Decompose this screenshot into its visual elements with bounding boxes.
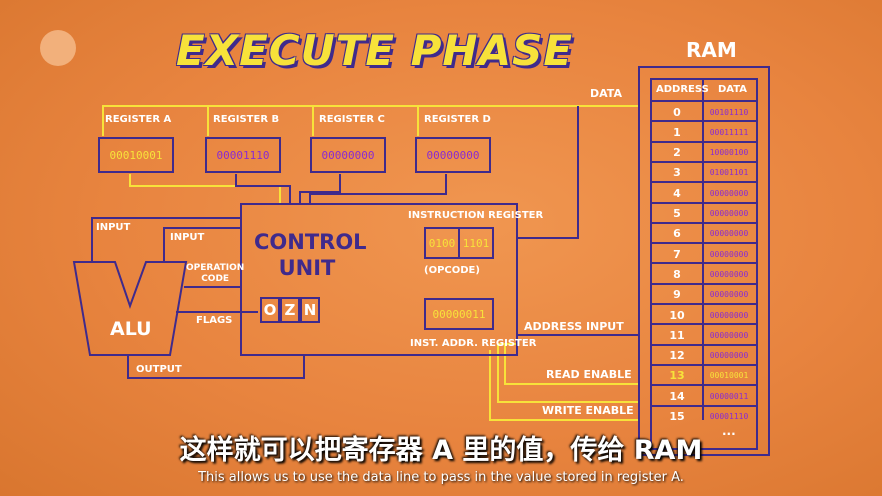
- ram-row: 9 00000000: [652, 282, 756, 303]
- ram-row: 5 00000000: [652, 201, 756, 222]
- ram-row-address: 1: [673, 125, 681, 139]
- ram-row-address: 8: [673, 267, 681, 281]
- ram-row-address: 6: [673, 227, 681, 241]
- ram-row-address: 3: [673, 166, 681, 180]
- ram-row: 10 00000000: [652, 303, 756, 323]
- ram-row: 7 00000000: [652, 242, 756, 262]
- ram-row-data: 00000000: [709, 188, 749, 198]
- ram-row-data: 00000000: [709, 290, 749, 300]
- ram-row-data: 00000000: [709, 310, 749, 320]
- ram-row-address: 5: [673, 207, 681, 220]
- ram-row: 13 00010001: [652, 363, 756, 384]
- ram-row-data: 00000000: [709, 269, 749, 279]
- ram-row-address: 2: [673, 146, 681, 160]
- ram-row-data: 00000000: [709, 229, 749, 239]
- ram-row: 0 00101110: [652, 100, 756, 120]
- ram-row: 4 00000000: [652, 181, 756, 201]
- ram-title: RAM: [686, 38, 737, 62]
- ram-row-address: 0: [673, 105, 681, 119]
- ram-row-address: 4: [673, 186, 681, 200]
- ram-row-data: 00000000: [709, 209, 749, 218]
- ram-row-address: 13: [669, 369, 685, 383]
- ram-row: 1 00011111: [652, 120, 756, 140]
- ram-row: 6 00000000: [652, 221, 756, 242]
- ram-row-address: 14: [669, 389, 685, 403]
- ram-row-data: 00000011: [709, 391, 749, 401]
- ram-row: 15 00001110: [652, 404, 756, 425]
- read-enable-label: READ ENABLE: [546, 368, 632, 381]
- ram-row-data: 00011111: [709, 127, 749, 137]
- ram-row-data: 10000100: [709, 148, 749, 158]
- ram-row-data: 00000000: [709, 351, 749, 361]
- ram-row-data: 00000000: [709, 249, 749, 259]
- ram-row-address: 15: [669, 410, 685, 423]
- operation-code-label-line1: OPERATION: [186, 263, 245, 273]
- ram-row-data: 01001101: [709, 168, 749, 178]
- ram-row: 2 10000100: [652, 140, 756, 161]
- ram-row: 14 00000011: [652, 384, 756, 404]
- alu-output-label: OUTPUT: [136, 364, 182, 375]
- ram-row: 11 00000000: [652, 323, 756, 343]
- ram-row-data: 00010001: [709, 371, 749, 381]
- operation-code-label-line2: CODE: [201, 274, 230, 284]
- ram-row: 3 01001101: [652, 160, 756, 181]
- alu-flags-label: FLAGS: [196, 315, 233, 326]
- alu-input-b-label: INPUT: [170, 232, 205, 243]
- ram-row-address: 9: [673, 288, 681, 302]
- ram-row-data: 00101110: [709, 107, 749, 117]
- ram-row-data: 00000000: [709, 330, 749, 340]
- address-input-label: ADDRESS INPUT: [524, 320, 624, 333]
- ram-row-address: 11: [669, 328, 685, 342]
- alu-label: ALU: [110, 318, 152, 340]
- ram-col-data: DATA: [718, 84, 748, 95]
- ram-row-address: 7: [673, 247, 681, 261]
- alu-input-a-label: INPUT: [96, 222, 131, 233]
- operation-code-label: OPERATION CODE: [186, 263, 244, 285]
- diagram-stage: EXECUTE PHASE REGISTER A 00010001 REGIST…: [0, 0, 882, 496]
- ram-row: 8 00000000: [652, 262, 756, 282]
- ram-row-address: 10: [669, 308, 685, 322]
- subtitle-english: This allows us to use the data line to p…: [198, 470, 684, 485]
- ram-col-address: ADDRESS: [656, 84, 709, 95]
- subtitle-chinese: 这样就可以把寄存器 A 里的值，传给 RAM: [179, 435, 703, 466]
- ram-row-address: 12: [669, 349, 685, 363]
- write-enable-label: WRITE ENABLE: [542, 404, 634, 417]
- ram-row: 12 00000000: [652, 343, 756, 364]
